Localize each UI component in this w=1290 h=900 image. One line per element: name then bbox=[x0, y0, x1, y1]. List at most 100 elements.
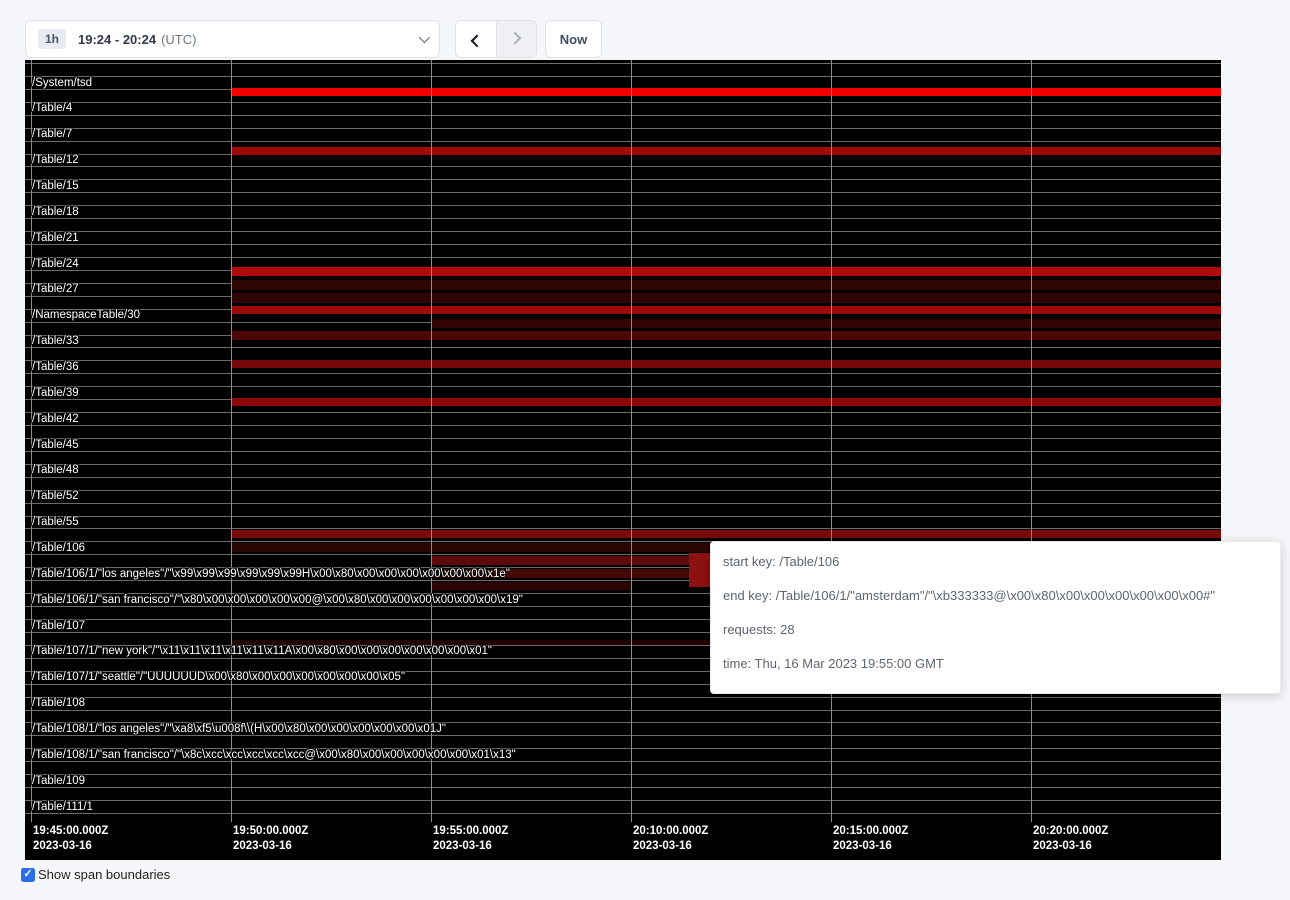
row-label: /Table/108/1/"san francisco"/"\x8c\xcc\x… bbox=[32, 749, 516, 762]
check-icon: ✓ bbox=[23, 869, 32, 880]
heatmap-band[interactable] bbox=[231, 147, 1221, 155]
heatmap-band[interactable] bbox=[689, 553, 712, 587]
key-visualizer-heatmap[interactable]: /System/tsd/Table/4/Table/7/Table/12/Tab… bbox=[25, 60, 1221, 860]
span-boundary-line bbox=[25, 141, 1221, 142]
x-axis-tick: 20:20:00.000Z2023-03-16 bbox=[1033, 824, 1108, 854]
tick-date: 2023-03-16 bbox=[433, 839, 508, 854]
heatmap-band[interactable] bbox=[431, 582, 631, 590]
heatmap-band[interactable] bbox=[431, 556, 712, 565]
span-boundary-line bbox=[25, 697, 1221, 698]
row-label: /Table/107 bbox=[32, 620, 85, 633]
row-label: /Table/18 bbox=[32, 206, 79, 219]
tooltip-time: time: Thu, 16 Mar 2023 19:55:00 GMT bbox=[723, 647, 1270, 681]
chevron-down-icon bbox=[419, 32, 430, 43]
tick-time: 19:45:00.000Z bbox=[33, 824, 108, 839]
heatmap-band[interactable] bbox=[231, 398, 1221, 406]
row-label: /Table/106/1/"los angeles"/"\x99\x99\x99… bbox=[32, 568, 510, 581]
row-label: /Table/4 bbox=[32, 102, 72, 115]
row-label: /Table/111/1 bbox=[32, 801, 93, 814]
span-boundary-line bbox=[25, 464, 1221, 465]
tick-date: 2023-03-16 bbox=[833, 839, 908, 854]
row-label: /Table/108 bbox=[32, 697, 85, 710]
span-boundary-line bbox=[25, 425, 1221, 426]
span-boundary-line bbox=[25, 451, 1221, 452]
tick-date: 2023-03-16 bbox=[1033, 839, 1108, 854]
heatmap-band[interactable] bbox=[231, 293, 1221, 303]
span-boundary-line bbox=[25, 128, 1221, 129]
tooltip-end-key: end key: /Table/106/1/"amsterdam"/"\xb33… bbox=[723, 579, 1270, 613]
tick-time: 19:55:00.000Z bbox=[433, 824, 508, 839]
span-boundary-line bbox=[25, 787, 1221, 788]
span-boundary-line bbox=[25, 813, 1221, 814]
x-axis-tick: 19:50:00.000Z2023-03-16 bbox=[233, 824, 308, 854]
heatmap-band[interactable] bbox=[231, 280, 1221, 290]
row-label: /Table/33 bbox=[32, 335, 79, 348]
heatmap-band[interactable] bbox=[231, 640, 712, 645]
heatmap-band[interactable] bbox=[231, 267, 1221, 276]
heatmap-band[interactable] bbox=[231, 331, 1221, 340]
span-boundary-line bbox=[25, 231, 1221, 232]
tick-date: 2023-03-16 bbox=[633, 839, 708, 854]
heatmap-band[interactable] bbox=[231, 306, 1221, 314]
time-range-label: 19:24 - 20:24 bbox=[78, 32, 156, 47]
duration-badge: 1h bbox=[38, 29, 66, 49]
row-label: /Table/52 bbox=[32, 490, 79, 503]
row-label: /Table/24 bbox=[32, 258, 79, 271]
heatmap-band[interactable] bbox=[231, 360, 1221, 368]
heatmap-band[interactable] bbox=[431, 319, 1221, 328]
span-boundary-line bbox=[25, 102, 1221, 103]
row-label: /Table/7 bbox=[32, 128, 72, 141]
row-label: /Table/36 bbox=[32, 361, 79, 374]
heatmap-band[interactable] bbox=[231, 88, 1221, 96]
show-span-boundaries-checkbox[interactable]: ✓ bbox=[21, 868, 35, 882]
time-nav-group bbox=[455, 20, 537, 58]
tick-date: 2023-03-16 bbox=[33, 839, 108, 854]
heatmap-band[interactable] bbox=[231, 530, 1221, 538]
row-label: /Table/48 bbox=[32, 464, 79, 477]
span-boundary-line bbox=[25, 115, 1221, 116]
row-label: /NamespaceTable/30 bbox=[32, 309, 140, 322]
row-label: /Table/21 bbox=[32, 232, 79, 245]
span-boundary-line bbox=[25, 218, 1221, 219]
span-boundary-line bbox=[25, 179, 1221, 180]
span-boundary-line bbox=[25, 166, 1221, 167]
span-boundary-line bbox=[25, 205, 1221, 206]
span-boundary-line bbox=[25, 192, 1221, 193]
show-span-boundaries-label: Show span boundaries bbox=[38, 867, 170, 882]
row-label: /Table/106/1/"san francisco"/"\x80\x00\x… bbox=[32, 594, 523, 607]
row-label: /Table/45 bbox=[32, 439, 79, 452]
row-label: /Table/12 bbox=[32, 154, 79, 167]
row-label: /Table/27 bbox=[32, 283, 79, 296]
time-range-select[interactable]: 1h 19:24 - 20:24 (UTC) bbox=[25, 20, 440, 58]
span-boundary-line bbox=[25, 490, 1221, 491]
row-label: /Table/42 bbox=[32, 413, 79, 426]
span-boundary-line bbox=[25, 244, 1221, 245]
span-boundary-line bbox=[25, 477, 1221, 478]
tick-time: 20:15:00.000Z bbox=[833, 824, 908, 839]
span-boundary-line bbox=[25, 710, 1221, 711]
now-button[interactable]: Now bbox=[545, 20, 602, 58]
span-boundary-line bbox=[25, 774, 1221, 775]
span-boundary-line bbox=[25, 800, 1221, 801]
span-boundary-line bbox=[25, 257, 1221, 258]
x-axis-tick: 19:45:00.000Z2023-03-16 bbox=[33, 824, 108, 854]
span-boundary-line bbox=[25, 63, 1221, 64]
span-boundary-line bbox=[25, 386, 1221, 387]
x-axis-tick: 19:55:00.000Z2023-03-16 bbox=[433, 824, 508, 854]
row-label: /Table/106 bbox=[32, 542, 85, 555]
tick-time: 19:50:00.000Z bbox=[233, 824, 308, 839]
span-boundary-line bbox=[25, 503, 1221, 504]
prev-time-button[interactable] bbox=[456, 21, 496, 57]
row-label: /System/tsd bbox=[32, 77, 92, 90]
span-boundary-line bbox=[25, 373, 1221, 374]
tick-time: 20:20:00.000Z bbox=[1033, 824, 1108, 839]
row-label: /Table/107/1/"new york"/"\x11\x11\x11\x1… bbox=[32, 645, 492, 658]
row-label: /Table/55 bbox=[32, 516, 79, 529]
time-gridline bbox=[431, 60, 432, 822]
span-boundary-line bbox=[25, 516, 1221, 517]
span-boundary-line bbox=[25, 347, 1221, 348]
span-boundary-line bbox=[25, 76, 1221, 77]
row-label: /Table/109 bbox=[32, 775, 85, 788]
row-label: /Table/108/1/"los angeles"/"\xa8\xf5\u00… bbox=[32, 723, 446, 736]
next-time-button[interactable] bbox=[496, 21, 536, 57]
